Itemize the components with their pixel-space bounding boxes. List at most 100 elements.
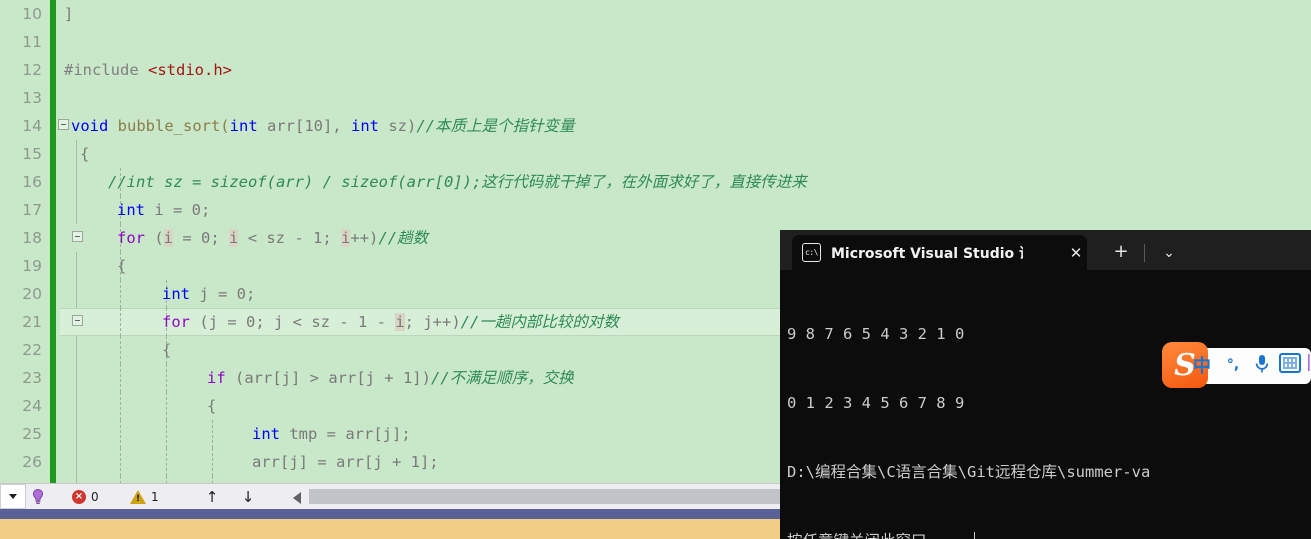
code-text: arr[j] = arr[j + 1]; bbox=[252, 453, 439, 471]
line-number: 12 bbox=[22, 61, 42, 79]
ime-punctuation-mode[interactable]: °, bbox=[1221, 352, 1245, 378]
text-caret bbox=[974, 532, 976, 539]
console-icon: c:\ bbox=[802, 243, 821, 262]
close-icon[interactable]: ✕ bbox=[1067, 244, 1085, 262]
indent-guide bbox=[166, 392, 167, 420]
indent-guide bbox=[76, 476, 77, 483]
line-number: 16 bbox=[22, 173, 42, 191]
fold-toggle-icon[interactable] bbox=[72, 231, 83, 242]
code-text: { bbox=[207, 397, 217, 415]
code-text: ] bbox=[64, 5, 74, 23]
indent-guide bbox=[76, 448, 77, 476]
tab-strip-divider bbox=[1144, 244, 1145, 262]
code-line-14[interactable]: 14 void bubble_sort(int arr[10], int sz)… bbox=[0, 112, 1311, 140]
fold-toggle-icon[interactable] bbox=[72, 315, 83, 326]
next-item-arrow-icon[interactable]: ↓ bbox=[239, 487, 257, 507]
change-indicator bbox=[50, 168, 56, 196]
console-output[interactable]: 9 8 7 6 5 4 3 2 1 0 0 1 2 3 4 5 6 7 8 9 … bbox=[780, 270, 1311, 539]
lightbulb-icon[interactable] bbox=[28, 487, 48, 507]
code-line-10[interactable]: 10 ] bbox=[0, 0, 1311, 28]
navigation-dropdown[interactable] bbox=[0, 484, 26, 509]
change-indicator bbox=[50, 56, 56, 84]
console-line: D:\编程合集\C语言合集\Git远程仓库\summer-va bbox=[787, 463, 1151, 481]
code-line-15[interactable]: 15 { bbox=[0, 140, 1311, 168]
code-line-12[interactable]: 12 #include <stdio.h> bbox=[0, 56, 1311, 84]
indent-guide bbox=[120, 336, 121, 364]
line-number: 11 bbox=[22, 33, 42, 51]
line-number: 19 bbox=[22, 257, 42, 275]
warning-count-indicator[interactable]: 1 bbox=[130, 488, 159, 506]
console-window[interactable]: c:\ Microsoft Visual Studio 调试控 ✕ + ⌄ 9 … bbox=[780, 230, 1311, 539]
code-line-21-gutter[interactable]: 21 bbox=[0, 308, 60, 336]
indent-guide bbox=[212, 476, 213, 483]
console-tab-title: Microsoft Visual Studio 调试控 bbox=[831, 245, 1023, 262]
ime-language-mode[interactable]: 中 bbox=[1190, 352, 1214, 378]
microphone-icon[interactable] bbox=[1251, 351, 1273, 377]
line-number: 22 bbox=[22, 341, 42, 359]
code-text: void bubble_sort(int arr[10], int sz)//本… bbox=[71, 117, 575, 135]
keyboard-icon[interactable] bbox=[1279, 353, 1301, 373]
code-text: int i = 0; bbox=[117, 201, 211, 219]
code-text: if (arr[j] > arr[j + 1])//不满足顺序，交换 bbox=[207, 369, 574, 387]
error-icon: × bbox=[72, 490, 86, 504]
warning-icon bbox=[130, 490, 146, 504]
change-indicator bbox=[50, 280, 56, 308]
change-indicator bbox=[50, 364, 56, 392]
code-line-13[interactable]: 13 bbox=[0, 84, 1311, 112]
code-text: #include <stdio.h> bbox=[64, 61, 232, 79]
indent-guide bbox=[166, 476, 167, 483]
indent-guide bbox=[76, 140, 77, 168]
previous-item-arrow-icon[interactable]: ↑ bbox=[203, 487, 221, 507]
indent-guide bbox=[76, 336, 77, 364]
new-tab-icon[interactable]: + bbox=[1110, 242, 1132, 264]
indent-guide bbox=[76, 252, 77, 280]
chevron-down-icon bbox=[9, 494, 17, 499]
line-number: 21 bbox=[22, 313, 42, 331]
change-indicator bbox=[50, 0, 56, 28]
indent-guide bbox=[76, 168, 77, 196]
indent-guide bbox=[120, 420, 121, 448]
indent-guide bbox=[120, 392, 121, 420]
code-line-11[interactable]: 11 bbox=[0, 28, 1311, 56]
indent-guide bbox=[76, 392, 77, 420]
code-text: { bbox=[162, 341, 172, 359]
console-line: 按任意键关闭此窗口. . . bbox=[787, 532, 973, 539]
indent-guide bbox=[120, 364, 121, 392]
change-indicator bbox=[50, 308, 56, 336]
line-number: 18 bbox=[22, 229, 42, 247]
code-text: int tmp = arr[j]; bbox=[252, 425, 411, 443]
code-line-16[interactable]: 16 //int sz = sizeof(arr) / sizeof(arr[0… bbox=[0, 168, 1311, 196]
line-number: 15 bbox=[22, 145, 42, 163]
fold-toggle-icon[interactable] bbox=[58, 119, 69, 130]
line-number: 17 bbox=[22, 201, 42, 219]
scroll-left-icon[interactable] bbox=[293, 492, 301, 504]
line-number: 23 bbox=[22, 369, 42, 387]
ime-more-icon[interactable]: | bbox=[1306, 352, 1311, 378]
line-number: 26 bbox=[22, 453, 42, 471]
error-count-indicator[interactable]: × 0 bbox=[72, 488, 99, 506]
console-tab-strip[interactable]: c:\ Microsoft Visual Studio 调试控 ✕ + ⌄ bbox=[780, 230, 1311, 270]
indent-guide bbox=[76, 280, 77, 308]
line-number: 24 bbox=[22, 397, 42, 415]
line-number: 10 bbox=[22, 5, 42, 23]
indent-guide bbox=[76, 196, 77, 224]
indent-guide bbox=[212, 420, 213, 448]
code-text: //int sz = sizeof(arr) / sizeof(arr[0]);… bbox=[108, 173, 807, 191]
indent-guide bbox=[166, 420, 167, 448]
code-line-17[interactable]: 17 int i = 0; bbox=[0, 196, 1311, 224]
console-line: 9 8 7 6 5 4 3 2 1 0 bbox=[787, 325, 965, 343]
code-text: for (i = 0; i < sz - 1; i++)//趟数 bbox=[117, 229, 429, 247]
indent-guide bbox=[76, 420, 77, 448]
indent-guide bbox=[120, 280, 121, 308]
code-text: { bbox=[80, 145, 90, 163]
code-text: for (j = 0; j < sz - 1 - i; j++)//一趟内部比较… bbox=[162, 313, 619, 331]
console-line: 0 1 2 3 4 5 6 7 8 9 bbox=[787, 394, 965, 412]
chevron-down-icon[interactable]: ⌄ bbox=[1158, 242, 1180, 264]
line-number: 14 bbox=[22, 117, 42, 135]
indent-guide bbox=[76, 364, 77, 392]
line-number: 25 bbox=[22, 425, 42, 443]
console-tab[interactable]: c:\ Microsoft Visual Studio 调试控 bbox=[792, 235, 1087, 270]
indent-guide bbox=[212, 448, 213, 476]
warning-count: 1 bbox=[151, 490, 159, 504]
code-text: arr[j + 1] = tmp; bbox=[252, 476, 411, 483]
